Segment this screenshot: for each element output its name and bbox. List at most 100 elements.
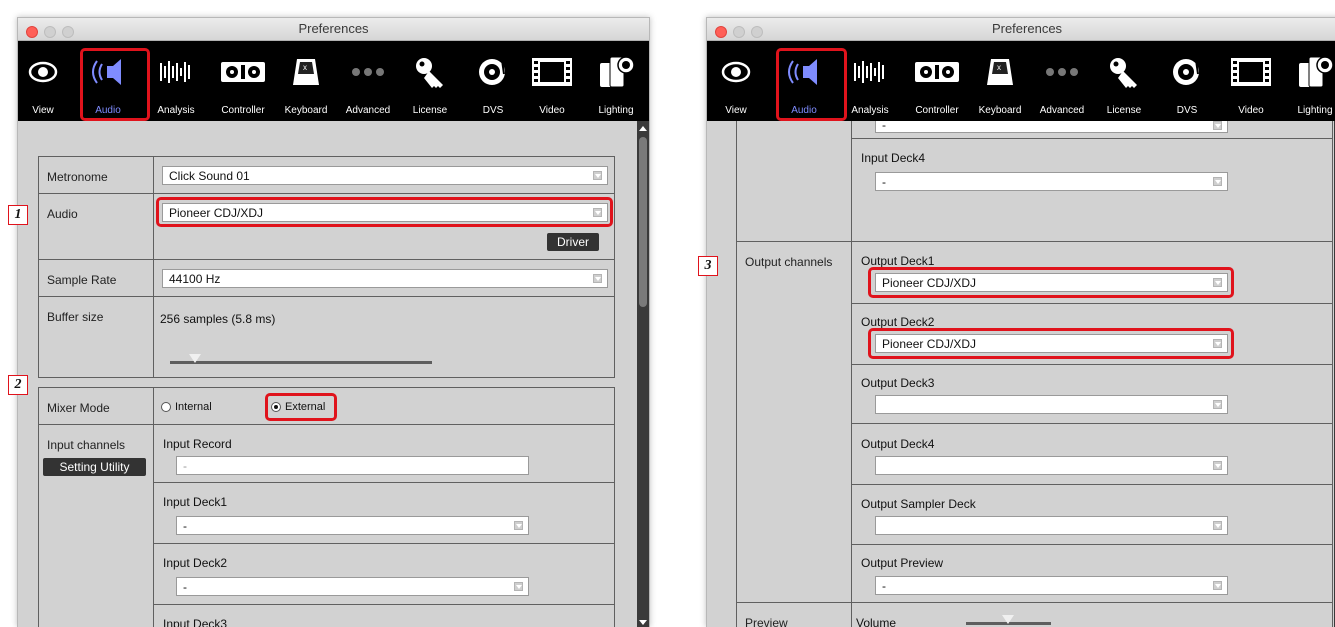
external-mode-highlight bbox=[265, 393, 337, 421]
row-divider bbox=[852, 138, 1332, 139]
setting-utility-button[interactable]: Setting Utility bbox=[43, 458, 146, 476]
tab-controller-label: Controller bbox=[915, 105, 959, 116]
dropdown-arrow-icon bbox=[593, 171, 602, 180]
scroll-down-arrow-icon[interactable] bbox=[639, 620, 647, 625]
row-divider bbox=[154, 604, 614, 605]
tab-controller[interactable]: Controller bbox=[912, 41, 962, 121]
input-deck1-label: Input Deck1 bbox=[163, 495, 228, 509]
tab-keyboard[interactable]: x Keyboard bbox=[285, 41, 327, 121]
input-deck2-select[interactable]: - bbox=[176, 577, 529, 596]
output-deck3-select[interactable] bbox=[875, 395, 1228, 414]
output-channels-label: Output channels bbox=[745, 255, 833, 269]
input-record-field[interactable]: - bbox=[176, 456, 529, 475]
input-deck1-select[interactable]: - bbox=[176, 516, 529, 535]
step-marker-3: 3 bbox=[698, 256, 718, 276]
preview-label-cell: Preview bbox=[737, 603, 852, 627]
dropdown-arrow-icon bbox=[1213, 121, 1222, 130]
close-window-button[interactable] bbox=[715, 26, 727, 38]
preview-label: Preview bbox=[745, 616, 788, 627]
audio-label-cell: Audio bbox=[39, 194, 154, 259]
mixer-mode-internal-radio[interactable] bbox=[161, 402, 171, 412]
sample-rate-row: Sample Rate 44100 Hz bbox=[38, 259, 615, 297]
waveform-icon bbox=[854, 61, 884, 83]
metronome-row: Metronome Click Sound 01 bbox=[38, 156, 615, 194]
buffer-size-slider-thumb[interactable] bbox=[189, 354, 201, 363]
tab-video[interactable]: Video bbox=[532, 41, 572, 121]
window-title: Preferences bbox=[991, 21, 1063, 36]
output-deck4-label: Output Deck4 bbox=[861, 437, 935, 451]
output-deck1-highlight bbox=[868, 267, 1234, 298]
minimize-window-button[interactable] bbox=[44, 26, 56, 38]
buffer-size-label: Buffer size bbox=[47, 310, 104, 324]
tab-analysis[interactable]: Analysis bbox=[851, 41, 889, 121]
metronome-select[interactable]: Click Sound 01 bbox=[162, 166, 608, 185]
tab-lighting[interactable]: Lighting bbox=[596, 41, 636, 121]
input-deck3-select[interactable]: - bbox=[875, 121, 1228, 133]
input-deck4-select[interactable]: - bbox=[875, 172, 1228, 191]
sample-rate-select[interactable]: 44100 Hz bbox=[162, 269, 608, 288]
tab-license[interactable]: License bbox=[1104, 41, 1144, 121]
input-channels-label-cell: Input channels bbox=[39, 425, 154, 627]
dropdown-arrow-icon bbox=[1213, 400, 1222, 409]
lighting-icon bbox=[600, 56, 635, 88]
tab-view[interactable]: View bbox=[721, 41, 751, 121]
tab-dvs[interactable]: DVS bbox=[1172, 41, 1202, 121]
input-record-label: Input Record bbox=[163, 437, 232, 451]
tab-view[interactable]: View bbox=[28, 41, 58, 121]
tab-analysis[interactable]: Analysis bbox=[157, 41, 195, 121]
tab-keyboard[interactable]: x Keyboard bbox=[979, 41, 1021, 121]
step-marker-1: 1 bbox=[8, 205, 28, 225]
close-window-button[interactable] bbox=[26, 26, 38, 38]
dropdown-arrow-icon bbox=[593, 274, 602, 283]
tab-video[interactable]: Video bbox=[1231, 41, 1271, 121]
output-preview-select[interactable]: - bbox=[875, 576, 1228, 595]
dots-icon bbox=[352, 68, 384, 76]
tab-license-label: License bbox=[412, 105, 448, 116]
tab-dvs[interactable]: DVS bbox=[478, 41, 508, 121]
minimize-window-button[interactable] bbox=[733, 26, 745, 38]
input-channels-continued-row: - Input Deck4 - bbox=[736, 121, 1333, 242]
tab-license[interactable]: License bbox=[410, 41, 450, 121]
preferences-content: Metronome Click Sound 01 Audio Pioneer C… bbox=[18, 121, 649, 627]
input-channels-label: Input channels bbox=[47, 438, 126, 452]
title-bar[interactable]: Preferences bbox=[707, 18, 1335, 41]
output-deck2-label: Output Deck2 bbox=[861, 315, 935, 329]
vertical-scrollbar[interactable] bbox=[637, 121, 649, 627]
buffer-size-row: Buffer size 256 samples (5.8 ms) bbox=[38, 296, 615, 378]
sample-rate-label-cell: Sample Rate bbox=[39, 260, 154, 296]
mixer-mode-row: Mixer Mode Internal External bbox=[38, 387, 615, 425]
row-divider bbox=[852, 303, 1332, 304]
window-title: Preferences bbox=[298, 21, 369, 36]
row-divider bbox=[154, 482, 614, 483]
driver-button[interactable]: Driver bbox=[547, 233, 599, 251]
input-deck2-label: Input Deck2 bbox=[163, 556, 228, 570]
volume-slider-thumb[interactable] bbox=[1002, 615, 1014, 624]
title-bar[interactable]: Preferences bbox=[18, 18, 649, 41]
zoom-window-button[interactable] bbox=[62, 26, 74, 38]
output-deck4-select[interactable] bbox=[875, 456, 1228, 475]
traffic-lights bbox=[26, 23, 80, 38]
tab-lighting[interactable]: Lighting bbox=[1295, 41, 1335, 121]
tab-advanced-label: Advanced bbox=[1039, 105, 1085, 116]
output-sampler-deck-select[interactable] bbox=[875, 516, 1228, 535]
input-channels-continued-label-cell bbox=[737, 121, 852, 241]
volume-label: Volume bbox=[856, 616, 897, 627]
tab-analysis-label: Analysis bbox=[851, 105, 889, 116]
tab-view-label: View bbox=[725, 105, 747, 116]
zoom-window-button[interactable] bbox=[751, 26, 763, 38]
turntable-icon bbox=[1173, 59, 1199, 85]
buffer-size-slider[interactable] bbox=[170, 361, 432, 364]
tab-advanced[interactable]: Advanced bbox=[1040, 41, 1084, 121]
tab-dvs-label: DVS bbox=[482, 105, 504, 116]
scroll-up-arrow-icon[interactable] bbox=[639, 126, 647, 131]
eye-icon bbox=[721, 61, 751, 83]
keyboard-icon: x bbox=[293, 59, 319, 85]
tab-advanced[interactable]: Advanced bbox=[346, 41, 390, 121]
tab-controller[interactable]: Controller bbox=[218, 41, 268, 121]
dropdown-arrow-icon bbox=[514, 521, 523, 530]
output-sampler-deck-label: Output Sampler Deck bbox=[861, 497, 976, 511]
preferences-toolbar: View Audio Analysis Controller x Keyboar… bbox=[707, 41, 1335, 121]
preferences-window-left: Preferences View Audio Analysis Controll… bbox=[17, 17, 650, 627]
scrollbar-thumb[interactable] bbox=[639, 137, 647, 307]
dropdown-arrow-icon bbox=[1213, 521, 1222, 530]
